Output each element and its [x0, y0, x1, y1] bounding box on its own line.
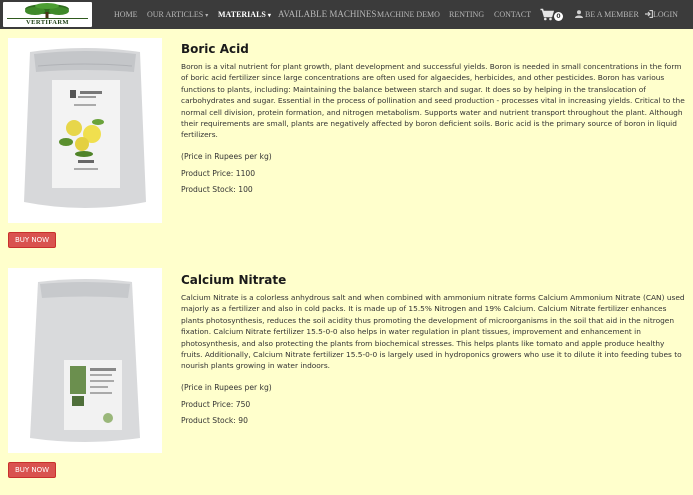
product-description: Boron is a vital nutrient for plant grow…	[181, 62, 685, 140]
tree-logo-icon	[25, 3, 69, 18]
cart-icon	[540, 8, 554, 21]
nav-materials[interactable]: MATERIALS ▾	[218, 9, 271, 21]
product-price: Product Price: 1100	[181, 169, 256, 178]
user-icon	[575, 10, 583, 18]
nav-available-machines[interactable]: AVAILABLE MACHINES	[278, 8, 376, 20]
fertilizer-pouch-image	[24, 48, 146, 208]
product-title: Calcium Nitrate	[181, 273, 287, 287]
nav-home[interactable]: HOME	[114, 9, 138, 21]
product-stock: Product Stock: 100	[181, 185, 253, 194]
nav-be-a-member-label: BE A MEMBER	[585, 10, 639, 19]
nav-be-a-member[interactable]: BE A MEMBER	[575, 9, 639, 21]
cart-count-badge: 0	[554, 12, 563, 21]
nav-contact[interactable]: CONTACT	[494, 9, 531, 21]
nav-materials-label: MATERIALS	[218, 10, 266, 19]
product-image-calcium-nitrate[interactable]	[8, 268, 162, 453]
nav-our-articles[interactable]: OUR ARTICLES ▾	[147, 9, 208, 21]
product-description: Calcium Nitrate is a colorless anhydrous…	[181, 293, 685, 371]
navbar: VERTIFARM HOME OUR ARTICLES ▾ MATERIALS ▾ …	[0, 0, 693, 29]
cart-button[interactable]: 0	[540, 8, 563, 22]
product-price: Product Price: 750	[181, 400, 251, 409]
nav-machine-demo[interactable]: MACHINE DEMO	[377, 9, 440, 21]
nav-login-label: LOGIN	[653, 10, 678, 19]
product-image-boric-acid[interactable]	[8, 38, 162, 223]
caret-down-icon: ▾	[267, 13, 271, 19]
nav-our-articles-label: OUR ARTICLES	[147, 10, 204, 19]
nav-login[interactable]: LOGIN	[645, 9, 678, 21]
fertilizer-pouch-image	[30, 279, 140, 442]
caret-down-icon: ▾	[205, 13, 209, 19]
product-title: Boric Acid	[181, 42, 249, 56]
logo-text: VERTIFARM	[26, 19, 69, 26]
buy-now-button[interactable]: BUY NOW	[8, 462, 56, 478]
price-note: (Price in Rupees per kg)	[181, 383, 272, 392]
login-icon	[645, 10, 653, 18]
vertifarm-logo[interactable]: VERTIFARM	[3, 2, 92, 27]
nav-renting[interactable]: RENTING	[449, 9, 484, 21]
product-stock: Product Stock: 90	[181, 416, 248, 425]
price-note: (Price in Rupees per kg)	[181, 152, 272, 161]
buy-now-button[interactable]: BUY NOW	[8, 232, 56, 248]
